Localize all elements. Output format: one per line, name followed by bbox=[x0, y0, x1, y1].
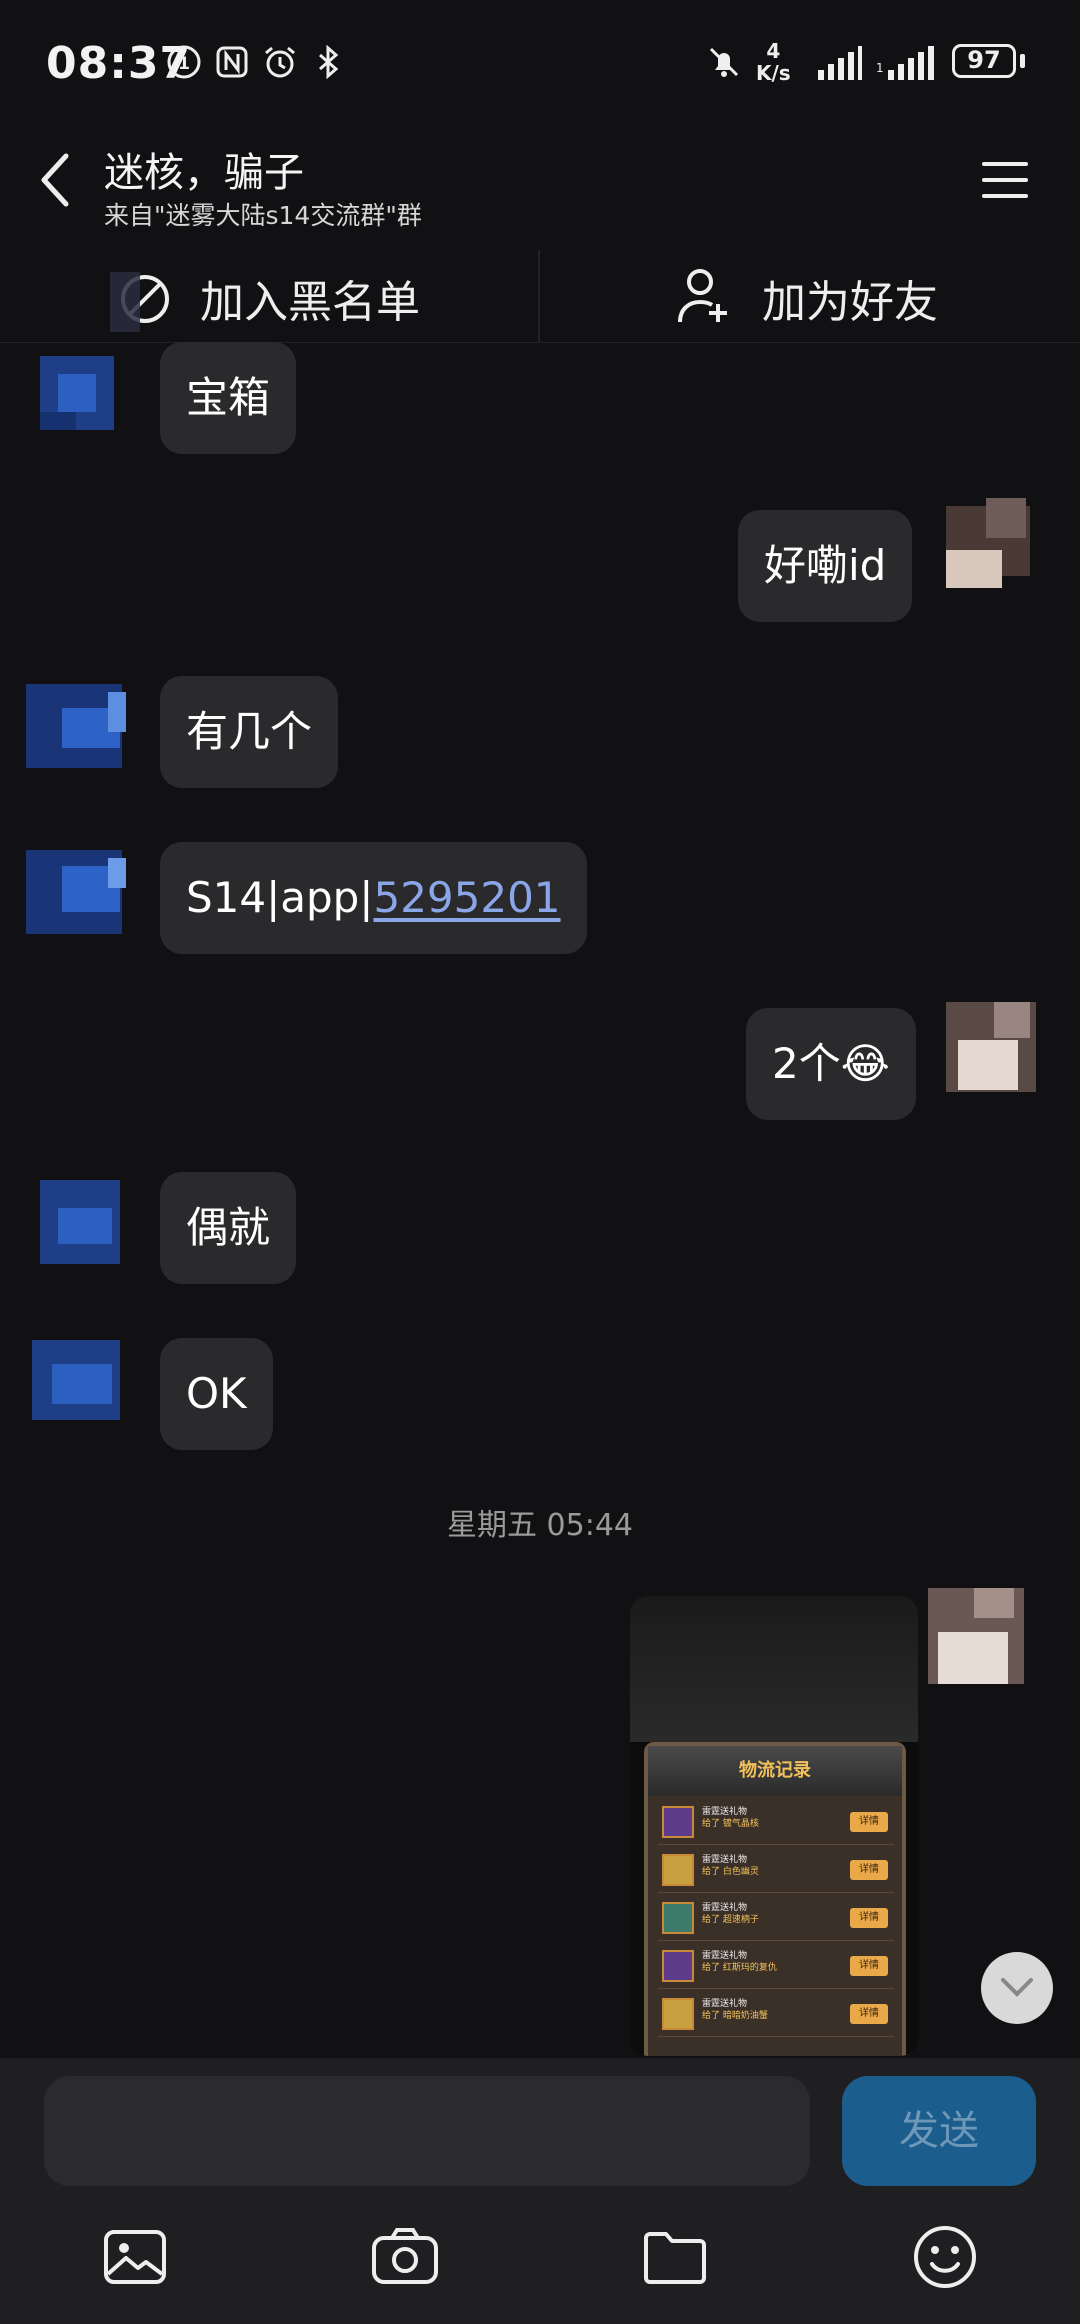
image-row: 雷霆送礼物 给了 白色幽灵 详情 bbox=[658, 1848, 894, 1893]
message-bubble[interactable]: 有几个 bbox=[160, 676, 339, 788]
image-row: 雷霆送礼物 给了 镀气晶核 详情 bbox=[658, 1800, 894, 1845]
bluetooth-icon bbox=[319, 44, 339, 80]
message-text: S14|app| bbox=[186, 873, 374, 922]
blacklist-button[interactable]: 加入黑名单 bbox=[110, 256, 540, 342]
sender-avatar[interactable] bbox=[22, 1330, 132, 1440]
status-bar: 08:37 1 4 K/s 1 97 bbox=[0, 0, 1080, 120]
image-icon[interactable] bbox=[100, 2222, 170, 2292]
image-message-panel: 物流记录 雷霆送礼物 给了 镀气晶核 详情 雷霆送礼物 给了 白色幽灵 详情 雷霆送礼物… bbox=[644, 1742, 906, 2056]
svg-text:1: 1 bbox=[876, 61, 884, 75]
add-friend-label: 加为好友 bbox=[762, 277, 938, 328]
id-link[interactable]: 5295201 bbox=[373, 873, 560, 922]
image-row: 雷霆送礼物 给了 暗暗奶油蟹 详情 bbox=[658, 1992, 894, 2037]
folder-icon[interactable] bbox=[640, 2222, 710, 2292]
alarm-icon bbox=[265, 46, 295, 78]
message-bubble[interactable]: S14|app|5295201 bbox=[160, 842, 587, 954]
chat-subtitle: 来自"迷雾大陆s14交流群"群 bbox=[104, 201, 422, 230]
cell-signal-2-icon: 1 bbox=[876, 46, 934, 80]
message-bubble[interactable]: OK bbox=[160, 1338, 273, 1450]
message-text: 2个 bbox=[772, 1039, 841, 1088]
message-bubble[interactable]: 2个😂 bbox=[746, 1008, 916, 1120]
image-message[interactable]: 物流记录 雷霆送礼物 给了 镀气晶核 详情 雷霆送礼物 给了 白色幽灵 详情 雷霆送礼物… bbox=[630, 1596, 918, 2056]
my-avatar[interactable] bbox=[940, 988, 1050, 1098]
battery-tip bbox=[1020, 54, 1025, 68]
message-bubble[interactable]: 好嘞id bbox=[738, 510, 913, 622]
message-bubble[interactable]: 宝箱 bbox=[160, 342, 297, 454]
message-text: 宝箱 bbox=[186, 373, 271, 422]
sender-avatar[interactable] bbox=[22, 340, 132, 450]
image-row: 雷霆送礼物 给了 红斯玛的复仇 详情 bbox=[658, 1944, 894, 1989]
camera-icon[interactable] bbox=[370, 2222, 440, 2292]
mute-icon bbox=[709, 47, 739, 77]
battery-level: 97 bbox=[967, 46, 1001, 74]
signal-status-icon: 1 bbox=[167, 45, 201, 79]
network-speed-unit: K/s bbox=[756, 61, 791, 85]
nfc-icon bbox=[216, 46, 248, 78]
message-text: 偶就 bbox=[186, 1203, 271, 1252]
message-input[interactable] bbox=[44, 2076, 810, 2186]
sender-avatar[interactable] bbox=[22, 672, 132, 782]
sender-avatar[interactable] bbox=[22, 836, 132, 946]
scroll-down-button[interactable] bbox=[981, 1952, 1053, 2024]
message-text: OK bbox=[186, 1369, 247, 1418]
send-button[interactable]: 发送 bbox=[842, 2076, 1036, 2186]
chat-title: 迷核，骗子 bbox=[104, 150, 304, 196]
hamburger-menu-icon[interactable] bbox=[980, 158, 1030, 202]
image-row: 雷霆送礼物 给了 超速柄子 详情 bbox=[658, 1896, 894, 1941]
add-friend-button[interactable]: 加为好友 bbox=[676, 256, 976, 342]
cell-signal-icon bbox=[818, 46, 862, 80]
network-speed-value: 4 bbox=[766, 39, 781, 63]
image-message-header bbox=[630, 1596, 918, 1742]
smiley-icon[interactable] bbox=[910, 2222, 980, 2292]
chat-timestamp: 星期五 05:44 bbox=[447, 1508, 633, 1543]
blacklist-label: 加入黑名单 bbox=[200, 277, 420, 328]
message-text: 好嘞id bbox=[764, 541, 887, 590]
my-avatar[interactable] bbox=[920, 1584, 1030, 1694]
my-avatar[interactable] bbox=[940, 484, 1050, 594]
image-message-title: 物流记录 bbox=[648, 1746, 902, 1796]
network-speed: 4 K/s bbox=[756, 40, 791, 84]
battery-icon: 97 bbox=[952, 44, 1016, 78]
person-add-icon bbox=[678, 269, 727, 323]
message-text: 有几个 bbox=[186, 707, 313, 756]
sender-avatar[interactable] bbox=[22, 1168, 132, 1278]
svg-text:1: 1 bbox=[178, 54, 190, 74]
message-bubble[interactable]: 偶就 bbox=[160, 1172, 297, 1284]
block-icon bbox=[110, 272, 169, 332]
back-chevron-icon[interactable] bbox=[36, 150, 76, 210]
laughing-emoji-icon: 😂 bbox=[840, 1039, 890, 1088]
chevron-down-icon bbox=[1001, 1978, 1033, 1997]
